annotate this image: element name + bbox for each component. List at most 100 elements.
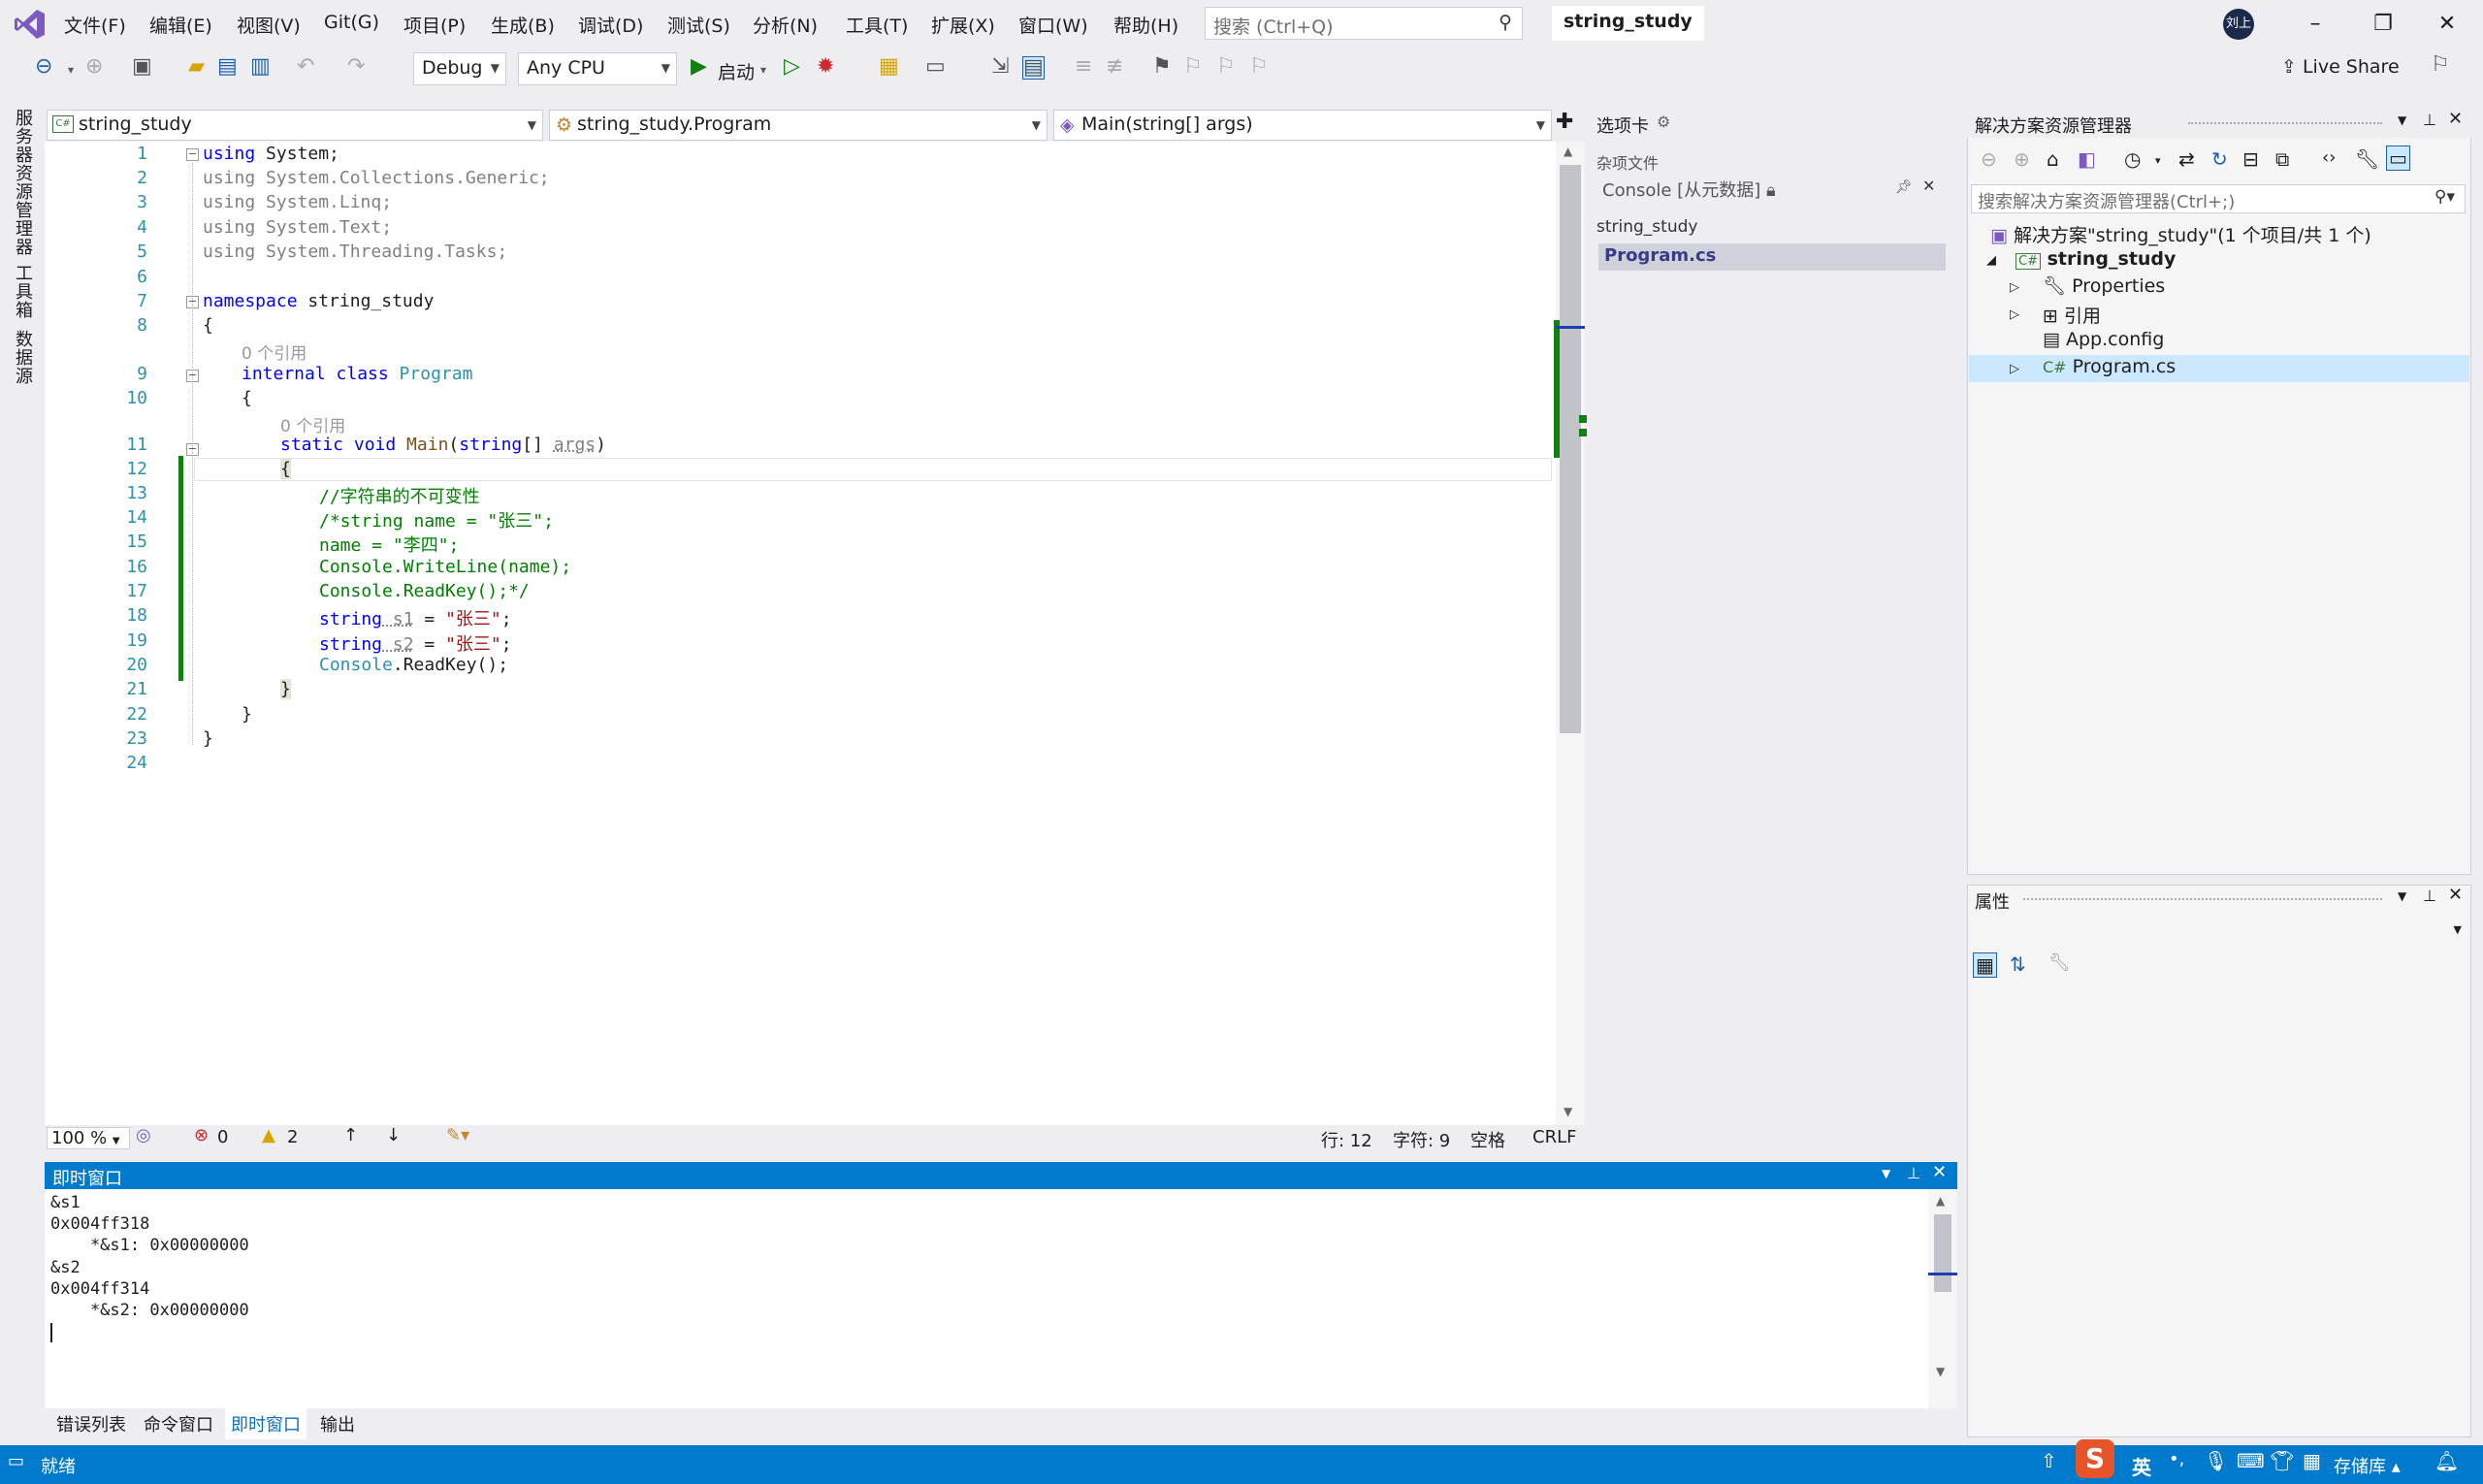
console-metadata-item[interactable]: Console [从元数据] 🔒︎ [1602,177,1776,202]
uncomment-icon[interactable]: ≢ [1106,56,1123,78]
restore-button[interactable]: ❐ [2359,8,2407,41]
warning-icon[interactable]: ▲ [262,1127,275,1145]
expanded-icon[interactable]: ◢ [1986,254,1996,267]
project-nav-select[interactable]: C# string_study ▼ [47,110,543,141]
chevron-down-icon[interactable]: ▼ [2398,114,2406,126]
menu-item[interactable]: 工具(T) [846,12,908,38]
back-icon[interactable]: ⊖ [35,56,52,78]
scroll-down-icon[interactable]: ▼ [1936,1366,1945,1377]
skin-icon[interactable]: 👕︎ [2270,1451,2294,1470]
scroll-up-icon[interactable]: ▲ [1936,1195,1945,1207]
char-position[interactable]: 字符: 9 [1393,1127,1450,1152]
immediate-scrollbar-thumb[interactable] [1934,1214,1951,1292]
error-icon[interactable]: ⊗ [194,1127,209,1145]
member-nav-select[interactable]: ◈ Main(string[] args) ▼ [1053,110,1552,141]
collapsed-icon[interactable]: ▷ [2010,308,2019,321]
line-position[interactable]: 行: 12 [1321,1127,1372,1152]
bookmark-icon[interactable]: ⚑ [1152,56,1172,78]
toolbox-tab[interactable]: 工具箱 [10,264,35,319]
view-code-icon[interactable]: ‹› [2322,149,2336,167]
sogou-ime-icon[interactable]: S [2076,1439,2114,1478]
server-explorer-tab[interactable]: 服务器资源管理器 [10,109,35,256]
ime-language[interactable]: 英 [2132,1452,2151,1480]
tree-item-properties[interactable]: 🔧︎ Properties [2043,274,2165,297]
tab-immediate-window[interactable]: 即时窗口 [225,1408,306,1439]
refresh-icon[interactable]: ↻ [2211,149,2228,169]
menu-item[interactable]: Git(G) [324,12,379,33]
menu-item[interactable]: 分析(N) [753,12,818,38]
code-cleanup-icon[interactable]: ✎▾ [446,1127,469,1145]
chevron-down-icon[interactable]: ▼ [1882,1168,1890,1179]
next-bookmark-icon[interactable]: ⚐ [1216,56,1236,78]
punctuation-icon[interactable]: •, [2169,1451,2184,1468]
start-dropdown-icon[interactable]: ▾ [760,64,766,76]
preview-icon[interactable]: ▭ [2386,145,2410,171]
close-icon[interactable]: ✕ [2448,111,2463,128]
browse-icon[interactable]: ▦ [879,56,899,78]
menu-item[interactable]: 测试(S) [667,12,730,38]
new-project-icon[interactable]: ▣ [132,56,152,78]
collapsed-icon[interactable]: ▷ [2010,363,2019,375]
home-icon[interactable]: ⌂ [2047,149,2059,169]
properties-object-select[interactable]: ▼ [1969,916,2469,945]
pin-icon[interactable]: ⊥ [1907,1166,1920,1181]
feedback-icon[interactable]: ⚐ [2431,54,2450,76]
scroll-up-icon[interactable]: ▲ [1564,145,1572,157]
visual-studio-logo-icon[interactable] [14,8,47,41]
zoom-select[interactable]: 100 % ▼ [47,1127,130,1149]
tree-item-appconfig[interactable]: ▤ App.config [2043,329,2164,350]
code-editor[interactable] [45,142,1556,1125]
menu-item[interactable]: 项目(P) [403,12,466,38]
minimize-button[interactable]: – [2291,8,2339,41]
pin-icon[interactable]: ⊥ [2423,113,2436,128]
gear-icon[interactable]: ⚙ [1657,114,1670,130]
warning-count[interactable]: 2 [287,1127,298,1147]
close-icon[interactable]: ✕ [1932,1164,1947,1181]
tree-item-program[interactable]: C# Program.cs [2043,356,2176,377]
chevron-down-icon[interactable]: ▾ [2155,155,2161,166]
forward-icon[interactable]: ⊕ [85,56,103,78]
prev-bookmark-icon[interactable]: ⚐ [1183,56,1203,78]
reference-hint[interactable]: 0 个引用 [242,339,306,364]
close-icon[interactable]: ✕ [1922,178,1935,194]
undo-icon[interactable]: ↶ [297,56,314,78]
tree-item-references[interactable]: ⊞ 引用 [2043,302,2101,328]
panel-grip[interactable] [2023,898,2382,900]
start-without-debug-icon[interactable]: ▷ [784,56,800,78]
next-issue-icon[interactable]: ↓ [386,1127,401,1145]
tree-project[interactable]: C# string_study [2015,248,2176,270]
save-all-icon[interactable]: ▥ [250,56,271,78]
menu-item[interactable]: 扩展(X) [931,12,995,38]
properties-icon[interactable]: 🔧︎ [2355,149,2379,169]
search-input[interactable]: 搜索 (Ctrl+Q) ⚲ [1205,7,1523,40]
chevron-down-icon[interactable]: ▼ [2398,890,2406,902]
intellicode-icon[interactable]: ◎ [136,1127,151,1145]
collapsed-icon[interactable]: ▷ [2010,281,2019,294]
comment-icon[interactable]: ≡ [1075,56,1092,78]
menu-item[interactable]: 生成(B) [491,12,555,38]
previous-issue-icon[interactable]: ↑ [343,1127,358,1145]
data-sources-tab[interactable]: 数据源 [10,330,35,385]
forward-icon[interactable]: ⊕ [2014,149,2030,169]
menu-item[interactable]: 帮助(H) [1113,12,1178,38]
open-folder-icon[interactable]: ▰ [188,56,205,78]
categorized-icon[interactable]: ▦ [1973,952,1997,978]
pending-changes-icon[interactable]: ◷ [2124,149,2141,169]
pin-icon[interactable]: 📌︎ [1895,180,1913,194]
line-ending[interactable]: CRLF [1532,1127,1576,1147]
tabs-file-item[interactable]: Program.cs [1598,243,1946,271]
repository-button[interactable]: 存储库 ▴ [2334,1453,2401,1478]
editor-scrollbar-thumb[interactable] [1560,165,1581,733]
notification-frame-icon[interactable]: ▭ [8,1453,24,1470]
tab-command-window[interactable]: 命令窗口 [144,1411,213,1436]
start-label[interactable]: 启动 [718,58,755,84]
format-icon[interactable]: ▤ [1022,56,1045,80]
menu-item[interactable]: 文件(F) [64,12,126,38]
bell-icon[interactable]: 🔔︎ [2435,1451,2459,1470]
collapse-all-icon[interactable]: ⊟ [2242,149,2259,169]
menu-item[interactable]: 编辑(E) [149,12,212,38]
tab-output[interactable]: 输出 [320,1411,355,1436]
config-select[interactable]: Debug ▼ [413,52,506,85]
platform-select[interactable]: Any CPU ▼ [518,52,677,85]
menu-item[interactable]: 调试(D) [578,12,643,38]
